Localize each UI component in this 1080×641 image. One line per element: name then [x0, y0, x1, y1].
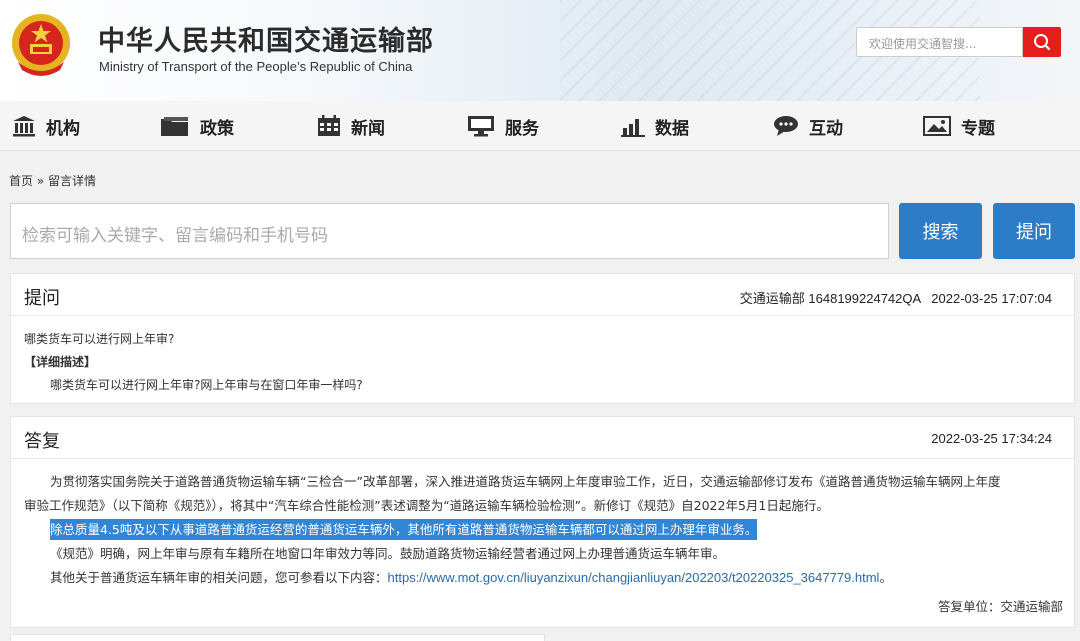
calendar-icon — [318, 115, 340, 136]
national-emblem-icon — [12, 14, 70, 76]
reference-link[interactable]: https://www.mot.gov.cn/liuyanzixun/chang… — [388, 570, 880, 585]
answer-paragraph-4-text: 其他关于普通货运车辆年审的相关问题，您可参看以下内容： — [50, 570, 388, 585]
nav-label: 新闻 — [351, 118, 385, 139]
header-search-button[interactable] — [1023, 27, 1061, 57]
picture-icon — [923, 116, 951, 136]
institution-icon — [13, 116, 35, 137]
answer-paragraph-3: 《规范》明确，网上年审与原有车籍所在地窗口年审效力等同。鼓励道路货物运输经营者通… — [50, 546, 726, 561]
answer-panel: 答复 2022-03-25 17:34:24 为贯彻落实国务院关于道路普通货物运… — [10, 416, 1075, 628]
nav-label: 互动 — [809, 118, 843, 139]
question-panel: 提问 交通运输部 1648199224742QA 2022-03-25 17:0… — [10, 273, 1075, 404]
nav-item-topic[interactable]: 专题 — [923, 113, 995, 139]
header-search-input[interactable]: 欢迎使用交通智搜... — [856, 27, 1023, 57]
nav-label: 政策 — [200, 118, 234, 139]
nav-item-news[interactable]: 新闻 — [317, 113, 385, 139]
nav-label: 机构 — [46, 118, 80, 139]
question-meta: 交通运输部 1648199224742QA 2022-03-25 17:07:0… — [739, 291, 1052, 306]
highlighted-text: 除总质量4.5吨及以下从事道路普通货运经营的普通货运车辆外，其他所有道路普通货物… — [50, 519, 758, 540]
nav-item-institution[interactable]: 机构 — [12, 113, 80, 139]
folder-icon — [161, 117, 188, 136]
question-title: 哪类货车可以进行网上年审? — [24, 332, 175, 346]
answer-heading: 答复 — [24, 431, 60, 452]
detail-label: 【详细描述】 — [24, 355, 97, 369]
question-heading: 提问 — [24, 288, 60, 309]
nav-label: 数据 — [655, 118, 689, 139]
chat-icon — [774, 116, 798, 136]
search-button[interactable]: 搜索 — [899, 203, 982, 259]
next-panel-edge — [10, 634, 545, 641]
breadcrumb[interactable]: 首页 » 留言详情 — [9, 172, 96, 189]
site-title-en: Ministry of Transport of the People’s Re… — [99, 59, 413, 74]
question-header: 提问 交通运输部 1648199224742QA 2022-03-25 17:0… — [11, 274, 1074, 316]
nav-item-policy[interactable]: 政策 — [160, 113, 234, 139]
answer-paragraph-1-line-2: 审验工作规范》（以下简称《规范》），将其中“汽车综合性能检测”表述调整为“道路运… — [24, 498, 829, 513]
nav-item-interact[interactable]: 互动 — [773, 113, 843, 139]
site-title: 中华人民共和国交通运输部 — [98, 26, 434, 57]
answer-header: 答复 2022-03-25 17:34:24 — [11, 417, 1074, 459]
bar-chart-icon — [621, 119, 645, 137]
message-search-input[interactable]: 检索可输入关键字、留言编码和手机号码 — [10, 203, 889, 259]
answer-paragraph-4-end: 。 — [879, 570, 892, 585]
monitor-icon — [468, 116, 494, 137]
search-icon — [1034, 34, 1051, 51]
question-detail: 哪类货车可以进行网上年审?网上年审与在窗口年审一样吗? — [50, 378, 363, 392]
ask-button[interactable]: 提问 — [993, 203, 1075, 259]
answer-time: 2022-03-25 17:34:24 — [931, 431, 1052, 446]
answer-unit: 答复单位：交通运输部 — [937, 599, 1063, 614]
answer-paragraph-1: 为贯彻落实国务院关于道路普通货物运输车辆“三检合一”改革部署，深入推进道路货运车… — [24, 470, 1069, 494]
nav-item-service[interactable]: 服务 — [467, 113, 539, 139]
nav-label: 服务 — [505, 118, 539, 139]
answer-paragraph-4: 其他关于普通货运车辆年审的相关问题，您可参看以下内容：https://www.m… — [50, 566, 892, 590]
site-header: 中华人民共和国交通运输部 Ministry of Transport of th… — [0, 0, 1080, 101]
answer-paragraph-1-line-1: 为贯彻落实国务院关于道路普通货物运输车辆“三检合一”改革部署，深入推进道路货运车… — [50, 474, 1001, 489]
nav-item-data[interactable]: 数据 — [621, 113, 689, 139]
answer-paragraph-2: 除总质量4.5吨及以下从事道路普通货运经营的普通货运车辆外，其他所有道路普通货物… — [50, 518, 758, 542]
nav-label: 专题 — [961, 118, 995, 139]
main-nav: 机构 政策 新闻 服务 数据 互动 专题 — [0, 101, 1080, 151]
